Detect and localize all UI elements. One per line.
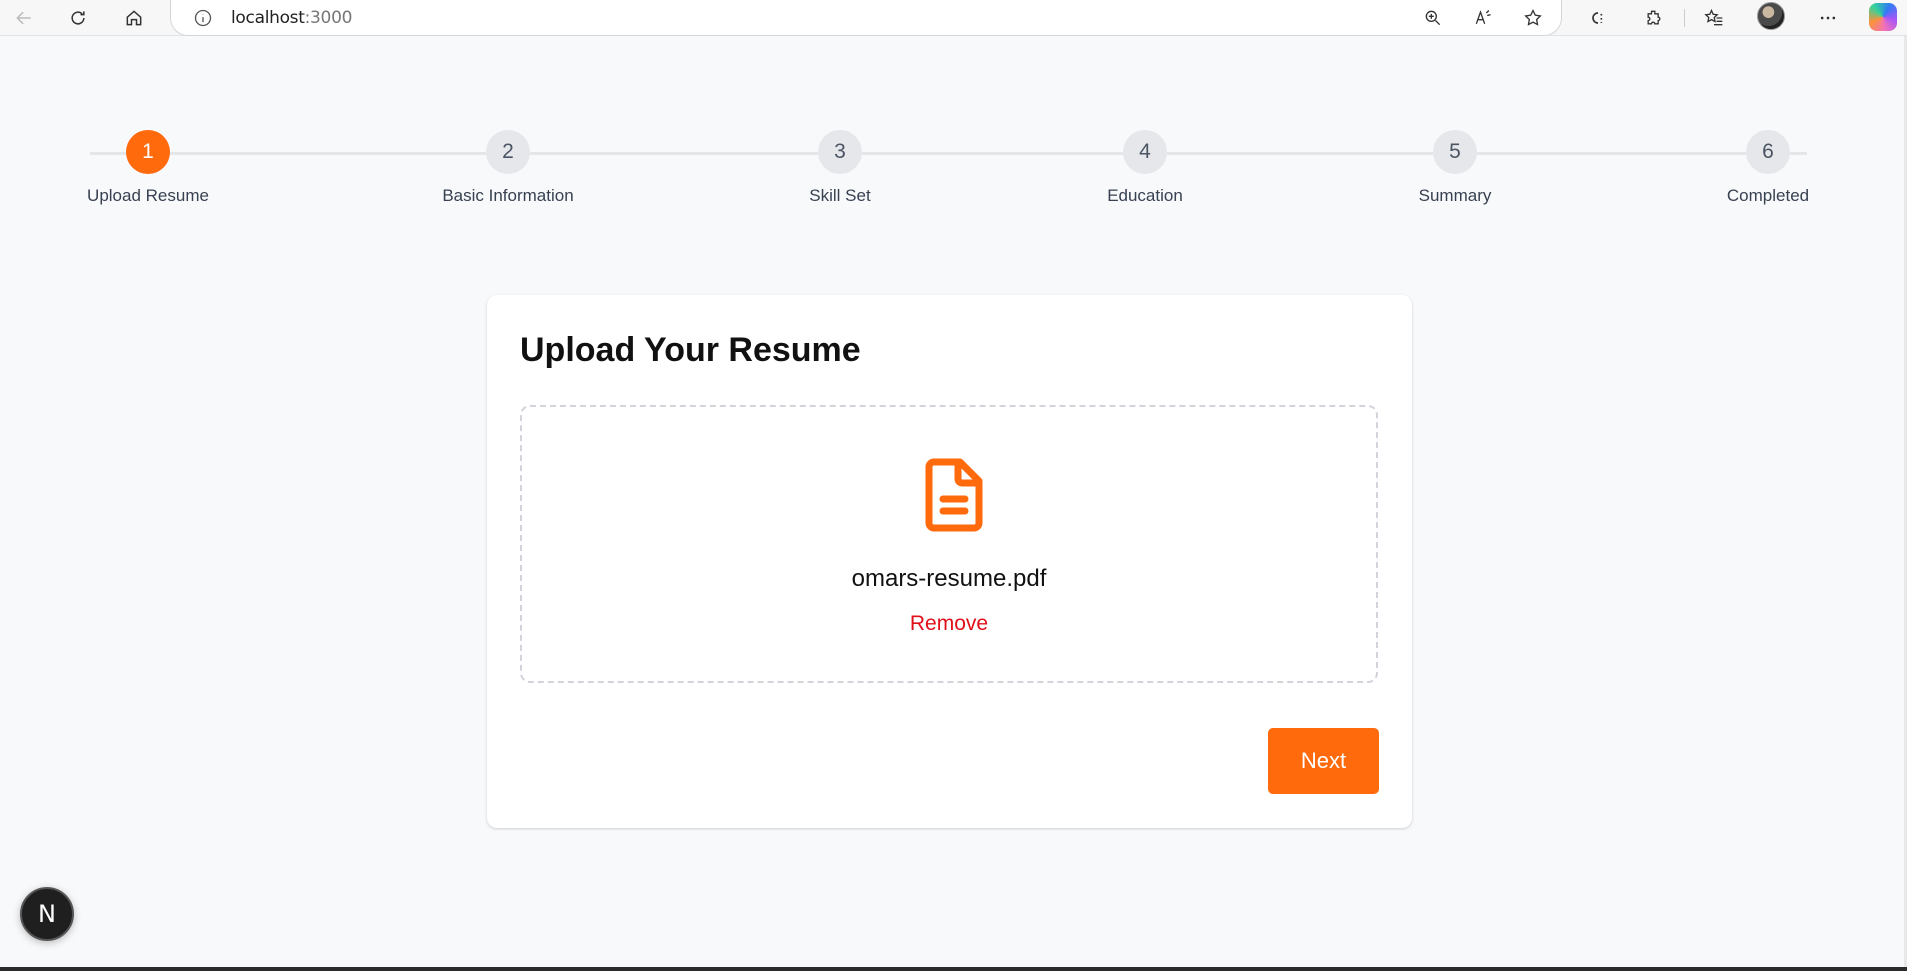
copilot-icon[interactable] xyxy=(1869,3,1897,31)
step-label: Summary xyxy=(1418,186,1492,205)
step-number: 6 xyxy=(1746,130,1790,174)
read-aloud-icon[interactable] xyxy=(1469,4,1497,32)
collections-icon[interactable] xyxy=(1582,2,1614,34)
toolbar-separator xyxy=(1684,9,1685,27)
step-label: Skill Set xyxy=(809,186,871,205)
step-skill-set[interactable]: 3 Skill Set xyxy=(740,130,940,206)
remove-file-link[interactable]: Remove xyxy=(522,612,1376,636)
refresh-icon[interactable] xyxy=(62,2,94,34)
card-title: Upload Your Resume xyxy=(520,331,861,369)
step-number: 2 xyxy=(486,130,530,174)
home-icon[interactable] xyxy=(118,2,150,34)
url-port: :3000 xyxy=(304,8,353,28)
progress-stepper: 1 Upload Resume 2 Basic Information 3 Sk… xyxy=(87,130,1809,210)
file-dropzone[interactable]: omars-resume.pdf Remove xyxy=(520,405,1378,683)
zoom-icon[interactable] xyxy=(1419,4,1447,32)
favorite-star-icon[interactable] xyxy=(1519,4,1547,32)
browser-toolbar: localhost:3000 xyxy=(0,0,1907,36)
info-icon[interactable] xyxy=(191,6,215,30)
more-icon[interactable] xyxy=(1812,2,1844,34)
step-number: 4 xyxy=(1123,130,1167,174)
next-button[interactable]: Next xyxy=(1268,728,1379,794)
url-host: localhost xyxy=(231,8,305,28)
step-number: 1 xyxy=(126,130,170,174)
address-bar[interactable]: localhost:3000 xyxy=(170,0,1562,36)
step-label: Education xyxy=(1107,186,1183,205)
step-basic-information[interactable]: 2 Basic Information xyxy=(408,130,608,206)
nextjs-dev-badge[interactable]: N xyxy=(20,887,74,941)
back-icon[interactable] xyxy=(8,2,40,34)
step-education[interactable]: 4 Education xyxy=(1045,130,1245,206)
step-number: 5 xyxy=(1433,130,1477,174)
step-summary[interactable]: 5 Summary xyxy=(1355,130,1555,206)
favorites-icon[interactable] xyxy=(1698,2,1730,34)
upload-card: Upload Your Resume omars-resume.pdf Remo… xyxy=(487,295,1412,828)
extensions-icon[interactable] xyxy=(1638,2,1670,34)
document-icon xyxy=(925,458,983,532)
step-number: 3 xyxy=(818,130,862,174)
step-completed[interactable]: 6 Completed xyxy=(1668,130,1868,206)
taskbar-edge xyxy=(0,967,1907,971)
step-upload-resume[interactable]: 1 Upload Resume xyxy=(48,130,248,206)
step-label: Basic Information xyxy=(442,186,574,205)
profile-avatar[interactable] xyxy=(1757,2,1785,30)
step-label: Completed xyxy=(1726,186,1810,205)
url-text[interactable]: localhost:3000 xyxy=(231,8,352,28)
uploaded-file-name: omars-resume.pdf xyxy=(851,565,1047,592)
step-label: Upload Resume xyxy=(87,186,209,205)
